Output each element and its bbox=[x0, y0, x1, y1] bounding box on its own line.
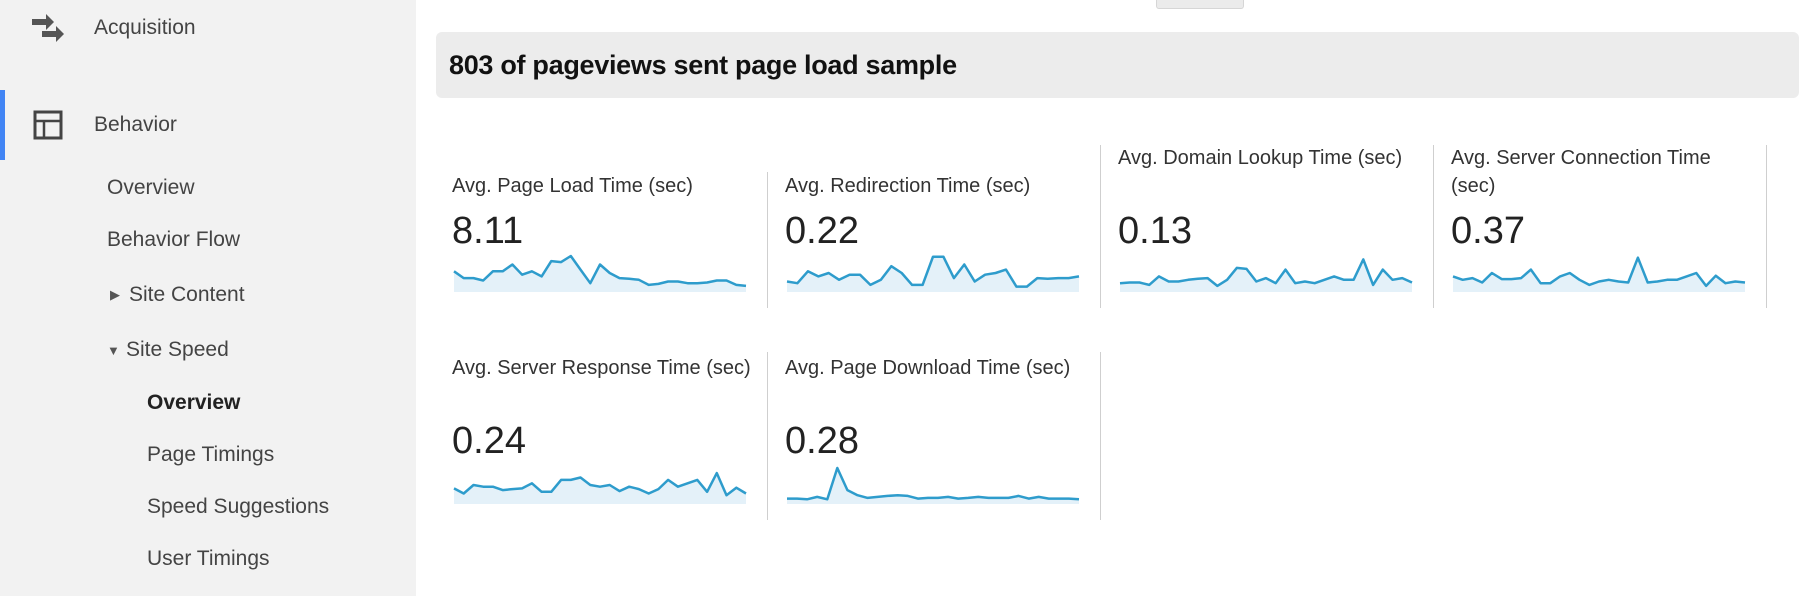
caret-down-icon: ▼ bbox=[107, 342, 120, 358]
tile-separator bbox=[1100, 352, 1101, 520]
metric-value: 0.22 bbox=[785, 210, 859, 252]
sidebar-item-site-content[interactable]: ▶ Site Content bbox=[110, 283, 245, 307]
main-content: 803 of pageviews sent page load sample A… bbox=[416, 0, 1799, 596]
sidebar-item-user-timings[interactable]: User Timings bbox=[147, 547, 270, 571]
active-section-indicator bbox=[0, 90, 5, 160]
metric-label: Avg. Page Download Time (sec) bbox=[785, 357, 1071, 379]
metric-value: 0.24 bbox=[452, 420, 526, 462]
metric-label: Avg. Server Response Time (sec) bbox=[452, 357, 751, 379]
sparkline bbox=[787, 466, 1080, 504]
metric-value: 0.37 bbox=[1451, 210, 1525, 252]
banner-title: 803 of pageviews sent page load sample bbox=[449, 49, 957, 80]
sparkline-area bbox=[1120, 259, 1412, 292]
metric-value: 8.11 bbox=[452, 210, 524, 252]
sidebar-item-label: User Timings bbox=[147, 547, 270, 570]
sidebar-item-label: Behavior Flow bbox=[107, 228, 241, 251]
sidebar-item-label: Page Timings bbox=[147, 443, 275, 466]
sidebar-item-label: Overview bbox=[107, 176, 195, 199]
sparkline bbox=[1452, 256, 1746, 292]
tile-separator bbox=[1100, 145, 1101, 308]
dropdown-button[interactable] bbox=[1156, 0, 1244, 9]
sidebar-item-label: Site Content bbox=[129, 283, 245, 306]
metric-label: Avg. Server Connection Time (sec) bbox=[1451, 147, 1711, 197]
metric-label: Avg. Page Load Time (sec) bbox=[452, 175, 693, 197]
sparkline-area bbox=[454, 256, 746, 292]
sidebar-item-label: Behavior bbox=[94, 113, 177, 136]
caret-right-icon: ▶ bbox=[110, 287, 120, 302]
sidebar-item-label: Speed Suggestions bbox=[147, 495, 330, 518]
sidebar-item-behavior-flow[interactable]: Behavior Flow bbox=[107, 228, 240, 252]
sidebar-item-label: Acquisition bbox=[94, 16, 196, 39]
behavior-layout-icon bbox=[30, 107, 66, 143]
sparkline bbox=[453, 471, 747, 504]
sidebar-item-label: Overview bbox=[147, 391, 241, 414]
sample-banner: 803 of pageviews sent page load sample bbox=[436, 32, 1799, 98]
metric-label: Avg. Redirection Time (sec) bbox=[785, 175, 1031, 197]
sidebar-item-speed-suggestions[interactable]: Speed Suggestions bbox=[147, 495, 329, 519]
sidebar-item-behavior-overview[interactable]: Overview bbox=[107, 176, 195, 200]
sparkline bbox=[1119, 258, 1413, 292]
tile-separator bbox=[1433, 145, 1434, 308]
sidebar-item-page-timings[interactable]: Page Timings bbox=[147, 443, 274, 467]
sidebar-item-label: Site Speed bbox=[126, 338, 229, 361]
metric-value: 0.28 bbox=[785, 420, 859, 462]
sidebar-item-site-speed-overview[interactable]: Overview bbox=[147, 391, 240, 415]
sparkline bbox=[786, 255, 1080, 292]
tile-separator bbox=[767, 352, 768, 520]
metric-value: 0.13 bbox=[1118, 210, 1192, 252]
sparkline bbox=[453, 254, 747, 292]
acquisition-arrows-icon bbox=[30, 10, 66, 46]
tile-separator bbox=[767, 172, 768, 308]
sidebar-nav: Acquisition Behavior Overview Behavior F… bbox=[0, 0, 416, 596]
sidebar-item-site-speed[interactable]: ▼ Site Speed bbox=[107, 338, 229, 362]
tile-separator bbox=[1766, 145, 1767, 308]
metric-label: Avg. Domain Lookup Time (sec) bbox=[1118, 147, 1403, 169]
